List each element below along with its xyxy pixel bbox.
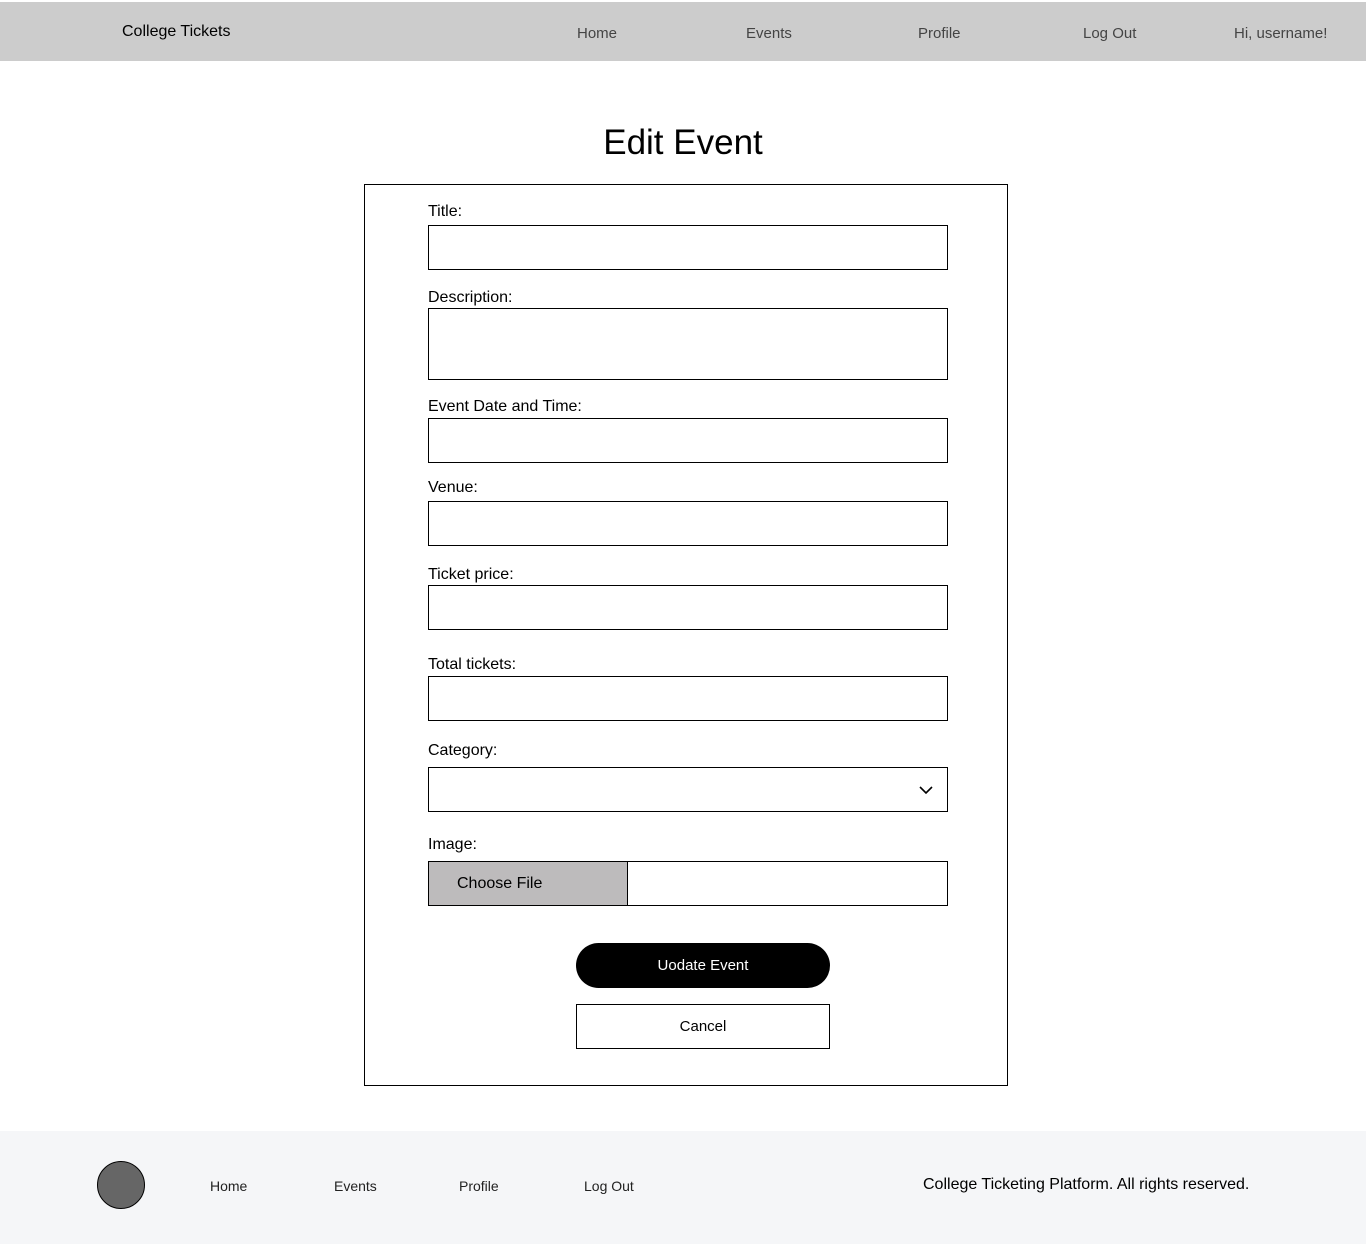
category-select[interactable] [428, 767, 948, 812]
image-file-input: Choose File [428, 861, 948, 906]
description-label: Description: [428, 289, 513, 306]
page-title: Edit Event [603, 123, 763, 162]
venue-label: Venue: [428, 479, 478, 496]
logo-circle-icon[interactable] [97, 1161, 145, 1209]
category-label: Category: [428, 742, 498, 759]
description-textarea[interactable] [428, 308, 948, 380]
ticket-price-label: Ticket price: [428, 566, 514, 583]
title-label: Title: [428, 203, 463, 220]
cancel-button[interactable]: Cancel [576, 1004, 830, 1049]
footer-profile-link[interactable]: Profile [459, 1178, 499, 1194]
title-input[interactable] [428, 225, 948, 270]
image-label: Image: [428, 836, 477, 853]
footer-events-link[interactable]: Events [334, 1178, 377, 1194]
nav-events-link[interactable]: Events [746, 25, 792, 42]
venue-input[interactable] [428, 501, 948, 546]
total-tickets-label: Total tickets: [428, 656, 517, 673]
choose-file-button[interactable]: Choose File [429, 862, 628, 905]
brand-logo-text[interactable]: College Tickets [122, 23, 231, 41]
update-event-button[interactable]: Uodate Event [576, 943, 830, 988]
chevron-down-icon [919, 786, 933, 795]
nav-logout-link[interactable]: Log Out [1083, 25, 1136, 42]
footer: Home Events Profile Log Out College Tick… [0, 1131, 1366, 1244]
footer-logout-link[interactable]: Log Out [584, 1178, 634, 1194]
nav-home-link[interactable]: Home [577, 25, 617, 42]
datetime-input[interactable] [428, 418, 948, 463]
copyright-text: College Ticketing Platform. All rights r… [923, 1176, 1250, 1193]
total-tickets-input[interactable] [428, 676, 948, 721]
footer-home-link[interactable]: Home [210, 1178, 247, 1194]
user-greeting: Hi, username! [1234, 25, 1328, 42]
top-navbar: College Tickets Home Events Profile Log … [0, 2, 1366, 61]
ticket-price-input[interactable] [428, 585, 948, 630]
datetime-label: Event Date and Time: [428, 398, 582, 415]
nav-profile-link[interactable]: Profile [918, 25, 961, 42]
